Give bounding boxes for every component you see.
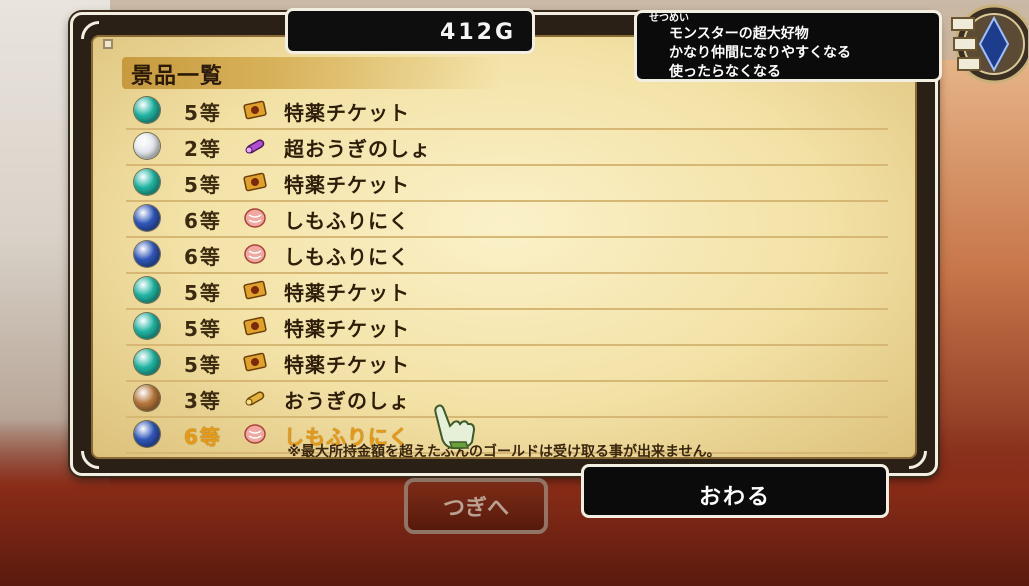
description-box: せつめい モンスターの超大好物 かなり仲間になりやすくなる 使ったらなくなる [634,10,942,82]
prize-row[interactable]: 6等 しもふりにく [126,202,888,238]
orb-blue-icon [134,241,160,267]
orb-teal-icon [134,169,160,195]
orb-teal-icon [134,349,160,375]
prize-grade: 5等 [184,353,222,377]
prize-row[interactable]: 5等 特薬チケット [126,310,888,346]
prize-grade: 5等 [184,317,222,341]
next-button-label: つぎへ [442,496,509,521]
next-button[interactable]: つぎへ [404,478,548,534]
end-button[interactable]: おわる [581,464,889,518]
prize-row[interactable]: 5等 特薬チケット [126,166,888,202]
orb-teal-icon [134,313,160,339]
meat-icon [243,243,267,265]
prize-name: 特薬チケット [284,353,410,377]
description-label: せつめい [649,13,689,24]
prize-row[interactable]: 3等 おうぎのしょ [126,382,888,418]
prize-grade: 6等 [184,209,222,233]
prize-rows: 5等 特薬チケット 2等 超おうぎのしょ 5等 特薬チケット 6等 しもふりにく 6等 しもふりに… [126,94,888,454]
prize-name: 超おうぎのしょ [284,137,431,161]
orb-teal-icon [134,277,160,303]
prize-row[interactable]: 6等 しもふりにく [126,238,888,274]
description-line: 使ったらなくなる [669,64,781,80]
prize-name: おうぎのしょ [284,389,410,413]
ticket-icon [243,279,267,301]
prize-name: 特薬チケット [284,317,410,341]
prize-grade: 2等 [184,137,222,161]
ticket-icon [243,99,267,121]
menu-emblem-icon[interactable] [948,4,1028,90]
scroll-gold-icon [243,387,267,409]
prize-row[interactable]: 5等 特薬チケット [126,346,888,382]
scroll-purple-icon [243,135,267,157]
description-line: モンスターの超大好物 [669,26,809,42]
end-button-label: おわる [698,485,771,510]
orb-teal-icon [134,97,160,123]
prize-grade: 3等 [184,389,222,413]
description-line: かなり仲間になりやすくなる [669,45,851,61]
prize-name: しもふりにく [284,209,410,233]
prize-name: 特薬チケット [284,101,410,125]
orb-bronze-icon [134,385,160,411]
prize-name: 特薬チケット [284,281,410,305]
orb-silver-icon [134,133,160,159]
ticket-icon [243,171,267,193]
prize-grade: 6等 [184,245,222,269]
prize-grade: 5等 [184,101,222,125]
prize-grade: 5等 [184,281,222,305]
ticket-icon [243,315,267,337]
gold-display: 412G [285,8,535,54]
prize-row[interactable]: 5等 特薬チケット [126,274,888,310]
ticket-icon [243,351,267,373]
prize-name: しもふりにく [284,245,410,269]
panel-marker-icon [103,39,113,49]
prize-row[interactable]: 5等 特薬チケット [126,94,888,130]
orb-blue-icon [134,205,160,231]
gold-value: 412G [440,20,516,45]
prize-name: 特薬チケット [284,173,410,197]
pointing-hand-cursor-icon [434,404,476,449]
prize-grade: 5等 [184,173,222,197]
prize-list-title: 景品一覧 [131,64,224,89]
gold-limit-notice: ※最大所持金額を超えたぶんのゴールドは受け取る事が出来ません。 [287,444,721,460]
prize-row[interactable]: 2等 超おうぎのしょ [126,130,888,166]
meat-icon [243,207,267,229]
